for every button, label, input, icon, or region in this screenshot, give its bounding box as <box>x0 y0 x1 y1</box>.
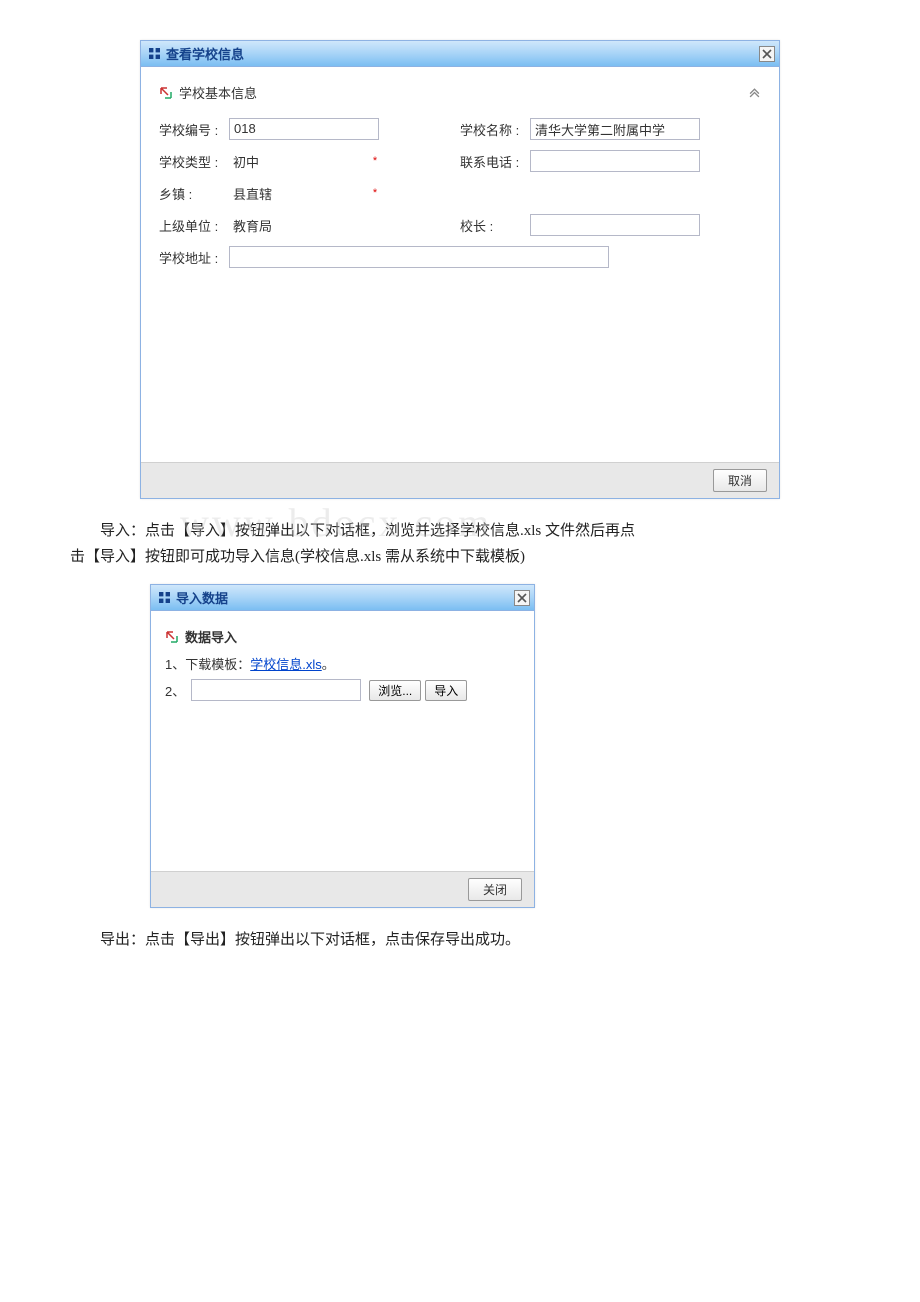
file-upload-line: 2、 浏览... 导入 <box>165 679 520 701</box>
expand-arrow-icon <box>165 630 179 644</box>
paragraph-line: 导入：点击【导入】按钮弹出以下对话框，浏览并选择学校信息.xls 文件然后再点 <box>100 523 635 539</box>
template-download-line: 1、下载模板： 学校信息.xls 。 <box>165 654 520 673</box>
field-school-no: 学校编号 : 018 <box>159 118 460 140</box>
view-school-info-dialog: 查看学校信息 学校基本信息 学校编号 : 018 学校名称 : <box>140 40 780 499</box>
label-township: 乡镇 : <box>159 184 229 203</box>
file-path-input[interactable] <box>191 679 361 701</box>
line-prefix: 2、 <box>165 681 185 700</box>
value-township: 县直辖 <box>229 182 371 204</box>
dialog-titlebar: 查看学校信息 <box>141 41 779 67</box>
label-principal: 校长 : <box>460 216 530 235</box>
section-header: 学校基本信息 <box>159 79 761 110</box>
section-title: 数据导入 <box>185 627 520 646</box>
expand-arrow-icon <box>159 86 173 100</box>
label-school-no: 学校编号 : <box>159 120 229 139</box>
cancel-button[interactable]: 取消 <box>713 469 767 492</box>
paragraph-line: 导出：点击【导出】按钮弹出以下对话框，点击保存导出成功。 <box>100 932 520 948</box>
value-superior: 教育局 <box>229 214 379 236</box>
instruction-text-export: 导出：点击【导出】按钮弹出以下对话框，点击保存导出成功。 <box>70 928 850 954</box>
label-phone: 联系电话 : <box>460 152 530 171</box>
grid-icon <box>149 48 160 59</box>
close-button[interactable]: 关闭 <box>468 878 522 901</box>
form-row: 学校编号 : 018 学校名称 : <box>159 118 761 140</box>
line-prefix: 1、下载模板： <box>165 654 250 673</box>
import-data-dialog: 导入数据 数据导入 1、下载模板： 学校信息.xls 。 2、 浏览... 导入… <box>150 584 535 908</box>
close-icon[interactable] <box>759 46 775 62</box>
label-school-name: 学校名称 : <box>460 120 530 139</box>
form-row: 学校地址 : <box>159 246 761 268</box>
field-school-name: 学校名称 : <box>460 118 761 140</box>
field-principal: 校长 : <box>460 214 761 236</box>
collapse-icon[interactable] <box>747 86 761 100</box>
label-superior: 上级单位 : <box>159 216 229 235</box>
dialog-title: 导入数据 <box>176 588 514 607</box>
dialog-footer: 取消 <box>141 462 779 498</box>
field-township: 乡镇 : 县直辖 * <box>159 182 460 204</box>
form-area: 学校编号 : 018 学校名称 : 学校类型 : 初中 * 联系电话 : <box>159 110 761 450</box>
field-school-type: 学校类型 : 初中 * <box>159 150 460 172</box>
paragraph-line: 击【导入】按钮即可成功导入信息(学校信息.xls 需从系统中下载模板) <box>70 549 525 565</box>
template-download-link[interactable]: 学校信息.xls <box>250 654 322 673</box>
label-school-type: 学校类型 : <box>159 152 229 171</box>
section-header: 数据导入 <box>165 623 520 648</box>
close-icon[interactable] <box>514 590 530 606</box>
dialog-title: 查看学校信息 <box>166 44 759 63</box>
value-school-no: 018 <box>229 118 379 140</box>
field-address: 学校地址 : <box>159 246 761 268</box>
dialog-body: 数据导入 1、下载模板： 学校信息.xls 。 2、 浏览... 导入 <box>151 611 534 871</box>
dialog-body: 学校基本信息 学校编号 : 018 学校名称 : 学校类型 : 初中 <box>141 67 779 462</box>
instruction-text-import: 导入：点击【导入】按钮弹出以下对话框，浏览并选择学校信息.xls 文件然后再点 … <box>70 519 850 570</box>
field-phone: 联系电话 : <box>460 150 761 172</box>
dialog-titlebar: 导入数据 <box>151 585 534 611</box>
import-button[interactable]: 导入 <box>425 680 467 701</box>
browse-button[interactable]: 浏览... <box>369 680 421 701</box>
form-row: 乡镇 : 县直辖 * <box>159 182 761 204</box>
label-address: 学校地址 : <box>159 248 229 267</box>
required-mark: * <box>371 187 379 199</box>
section-title: 学校基本信息 <box>179 83 747 102</box>
value-school-type: 初中 <box>229 150 371 172</box>
input-school-name[interactable] <box>530 118 700 140</box>
form-row: 上级单位 : 教育局 校长 : <box>159 214 761 236</box>
field-superior: 上级单位 : 教育局 <box>159 214 460 236</box>
input-phone[interactable] <box>530 150 700 172</box>
input-principal[interactable] <box>530 214 700 236</box>
required-mark: * <box>371 155 379 167</box>
line-suffix: 。 <box>322 654 335 673</box>
dialog-footer: 关闭 <box>151 871 534 907</box>
input-address[interactable] <box>229 246 609 268</box>
form-row: 学校类型 : 初中 * 联系电话 : <box>159 150 761 172</box>
grid-icon <box>159 592 170 603</box>
